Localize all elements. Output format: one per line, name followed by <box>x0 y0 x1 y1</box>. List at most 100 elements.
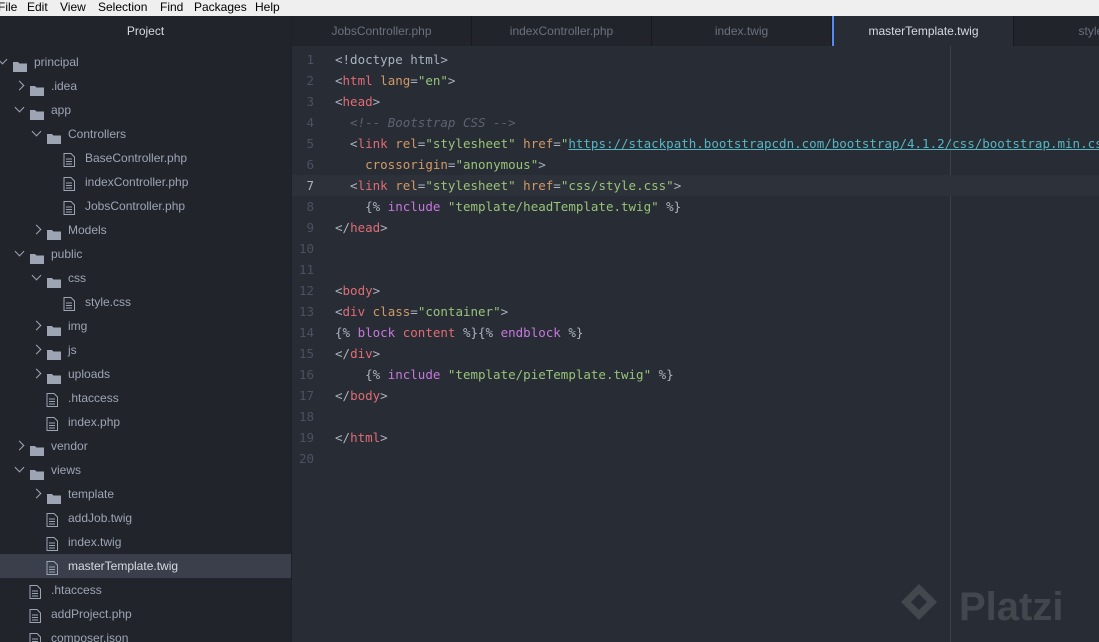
tab-mastertemplate-twig[interactable]: masterTemplate.twig <box>832 16 1014 46</box>
menu-help[interactable]: Help <box>255 0 280 15</box>
code-line[interactable]: <!doctype html> <box>335 49 448 70</box>
tree-file[interactable]: masterTemplate.twig <box>0 554 291 578</box>
chevron-right-icon[interactable] <box>31 320 42 331</box>
sidebar-title[interactable]: Project <box>0 16 291 46</box>
tree-file[interactable]: style.css <box>0 290 291 314</box>
code-line[interactable]: </html> <box>335 427 388 448</box>
tree-file[interactable]: addJob.twig <box>0 506 291 530</box>
code-line[interactable]: </body> <box>335 385 388 406</box>
chevron-down-icon[interactable] <box>31 270 42 281</box>
tree-folder[interactable]: .idea <box>0 74 291 98</box>
code-token: "template/pieTemplate.twig" <box>447 367 652 382</box>
tree-file[interactable]: JobsController.php <box>0 194 291 218</box>
code-token: < <box>335 304 343 319</box>
tree-file[interactable]: addProject.php <box>0 602 291 626</box>
code-line[interactable]: crossorigin="anonymous"> <box>335 154 546 175</box>
tree-label: css <box>68 271 86 285</box>
tree-file[interactable]: index.twig <box>0 530 291 554</box>
chevron-right-icon[interactable] <box>14 80 25 91</box>
code-token: </ <box>335 346 351 361</box>
tree-file[interactable]: .htaccess <box>0 578 291 602</box>
tab-indexcontroller-php[interactable]: indexController.php <box>472 16 652 46</box>
menu-file[interactable]: File <box>0 0 17 15</box>
tree-folder[interactable]: css <box>0 266 291 290</box>
tree-folder[interactable]: principal <box>0 50 291 74</box>
code-line[interactable]: <link rel="stylesheet" href="css/style.c… <box>335 175 681 196</box>
code-line[interactable]: <head> <box>335 91 380 112</box>
code-line[interactable]: <!-- Bootstrap CSS --> <box>335 112 516 133</box>
code-token: include <box>387 367 441 382</box>
chevron-right-icon[interactable] <box>31 368 42 379</box>
code-line[interactable]: </head> <box>335 217 388 238</box>
tree-file[interactable]: index.php <box>0 410 291 434</box>
menu-bar: File Edit View Selection Find Packages Help <box>0 0 1099 16</box>
code-token: > <box>380 388 388 403</box>
tree-label: index.php <box>68 415 121 429</box>
line-number: 10 <box>298 241 314 256</box>
line-number: 18 <box>298 409 314 424</box>
chevron-right-icon[interactable] <box>14 440 25 451</box>
tree-file[interactable]: indexController.php <box>0 170 291 194</box>
line-number: 7 <box>306 178 314 193</box>
chevron-down-icon[interactable] <box>14 102 25 113</box>
tree-folder[interactable]: Models <box>0 218 291 242</box>
chevron-down-icon[interactable] <box>14 246 25 257</box>
code-line[interactable]: <html lang="en"> <box>335 70 455 91</box>
menu-find[interactable]: Find <box>160 0 183 15</box>
tab-index-twig[interactable]: index.twig <box>652 16 832 46</box>
tree-folder[interactable]: vendor <box>0 434 291 458</box>
chevron-right-icon[interactable] <box>31 344 42 355</box>
code-token: > <box>538 157 546 172</box>
tree-folder[interactable]: uploads <box>0 362 291 386</box>
tree-file[interactable]: .htaccess <box>0 386 291 410</box>
menu-edit[interactable]: Edit <box>27 0 48 15</box>
code-token: = <box>410 73 418 88</box>
tree-label: js <box>68 343 77 357</box>
chevron-down-icon[interactable] <box>14 462 25 473</box>
menu-view[interactable]: View <box>60 0 86 15</box>
menu-packages[interactable]: Packages <box>194 0 247 15</box>
line-number: 13 <box>298 304 314 319</box>
code-line[interactable]: <body> <box>335 280 380 301</box>
tree-folder[interactable]: public <box>0 242 291 266</box>
code-line[interactable]: {% include "template/headTemplate.twig" … <box>335 196 681 217</box>
code-token: body <box>350 388 381 403</box>
code-token: content <box>402 325 456 340</box>
tree-folder[interactable]: app <box>0 98 291 122</box>
code-line[interactable]: <link rel="stylesheet" href="https://sta… <box>335 133 1099 154</box>
tree-label: addProject.php <box>51 607 132 621</box>
tree-label: indexController.php <box>85 175 189 189</box>
chevron-right-icon[interactable] <box>31 224 42 235</box>
platzi-watermark: Platzi <box>901 584 1063 629</box>
code-token: {% <box>335 367 388 382</box>
code-token: "css/style.css" <box>560 178 674 193</box>
tree-label: composer.json <box>51 631 129 642</box>
code-token: head <box>350 220 381 235</box>
code-editor[interactable]: JobsController.php indexController.php ind… <box>292 16 1099 642</box>
tree-folder[interactable]: Controllers <box>0 122 291 146</box>
code-token[interactable]: https://stackpath.bootstrapcdn.com/boots… <box>568 136 1099 151</box>
tree-file[interactable]: composer.json <box>0 626 291 642</box>
tab-style-css[interactable]: style.css <box>1012 16 1099 46</box>
line-number: 9 <box>306 220 314 235</box>
line-number: 19 <box>298 430 314 445</box>
tree-folder[interactable]: views <box>0 458 291 482</box>
code-line[interactable]: {% include "template/pieTemplate.twig" %… <box>335 364 674 385</box>
tab-jobscontroller-php[interactable]: JobsController.php <box>292 16 472 46</box>
tree-folder[interactable]: js <box>0 338 291 362</box>
code-token: "stylesheet" <box>425 178 516 193</box>
menu-selection[interactable]: Selection <box>98 0 147 15</box>
line-number: 1 <box>306 52 314 67</box>
code-token: %} <box>658 199 682 214</box>
code-token: class <box>372 304 411 319</box>
chevron-right-icon[interactable] <box>31 488 42 499</box>
chevron-down-icon[interactable] <box>31 126 42 137</box>
chevron-down-icon[interactable] <box>0 54 8 65</box>
code-line[interactable]: {% block content %}{% endblock %} <box>335 322 583 343</box>
tree-folder[interactable]: img <box>0 314 291 338</box>
code-line[interactable]: </div> <box>335 343 380 364</box>
tree-folder[interactable]: template <box>0 482 291 506</box>
code-token: href <box>523 178 554 193</box>
code-line[interactable]: <div class="container"> <box>335 301 508 322</box>
tree-file[interactable]: BaseController.php <box>0 146 291 170</box>
